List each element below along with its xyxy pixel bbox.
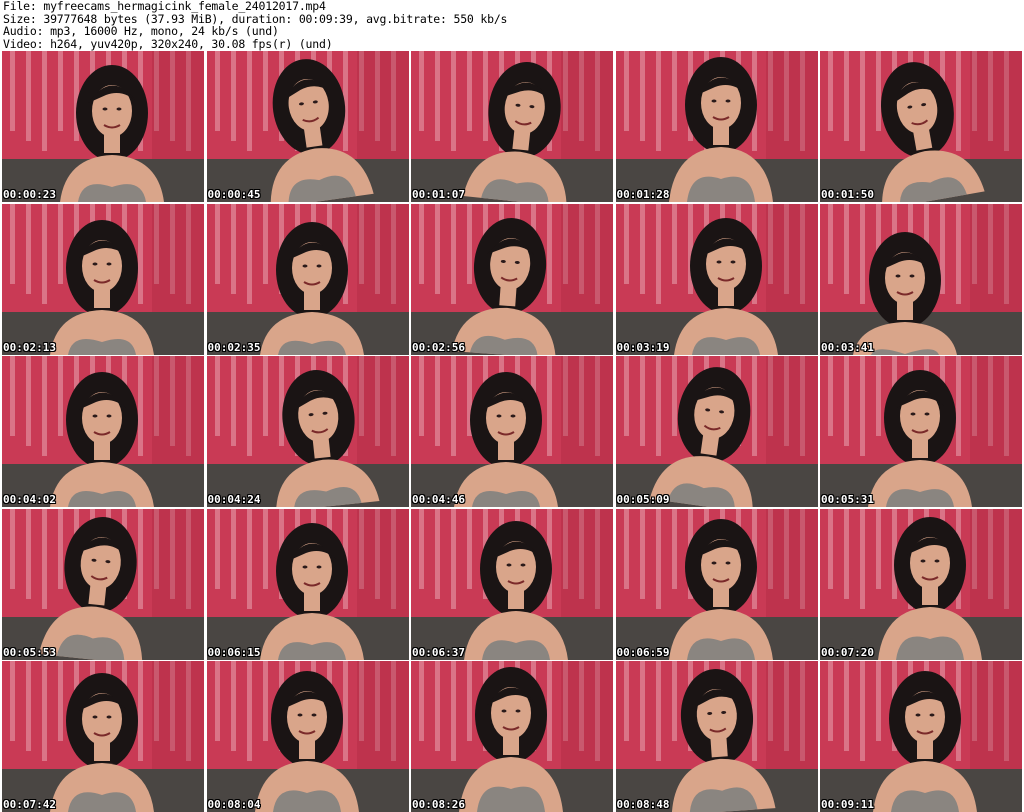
thumbnail-frame-image — [615, 661, 818, 812]
thumbnail-timestamp: 00:02:35 — [207, 340, 261, 354]
video-thumbnail: 00:08:26 — [411, 661, 613, 812]
video-thumbnail: 00:05:53 — [2, 508, 204, 660]
video-thumbnail: 00:01:50 — [820, 51, 1022, 202]
thumbnail-timestamp: 00:08:48 — [616, 798, 670, 811]
thumbnail-frame-image — [615, 356, 818, 507]
file-name-line: File: myfreecams_hermagicink_female_2401… — [3, 0, 326, 13]
video-thumbnail: 00:07:20 — [820, 508, 1022, 660]
video-thumbnail: 00:08:04 — [206, 661, 409, 812]
thumbnail-frame-image — [615, 508, 818, 660]
thumbnail-timestamp: 00:06:15 — [207, 645, 261, 659]
thumbnail-timestamp: 00:02:13 — [3, 340, 56, 354]
thumbnail-frame-image — [2, 203, 204, 355]
video-thumbnail: 00:04:02 — [2, 356, 204, 507]
thumbnail-timestamp: 00:00:45 — [207, 188, 261, 201]
thumbnail-timestamp: 00:04:24 — [207, 493, 261, 506]
thumbnail-timestamp: 00:04:02 — [3, 493, 56, 506]
thumbnail-timestamp: 00:03:19 — [616, 340, 670, 354]
thumbnail-timestamp: 00:08:26 — [412, 798, 465, 811]
thumbnail-frame-image — [411, 661, 613, 812]
thumbnail-frame-image — [820, 203, 1022, 355]
thumbnail-timestamp: 00:07:42 — [3, 798, 56, 811]
thumbnail-timestamp: 00:07:20 — [821, 645, 874, 659]
thumbnail-frame-image — [411, 51, 613, 202]
thumbnail-timestamp: 00:09:11 — [821, 798, 874, 811]
video-thumbnail: 00:01:28 — [615, 51, 818, 202]
thumbnail-timestamp: 00:05:09 — [616, 493, 670, 506]
thumbnail-frame-image — [820, 661, 1022, 812]
video-info-line: Video: h264, yuv420p, 320x240, 30.08 fps… — [3, 36, 333, 51]
thumbnail-frame-image — [411, 356, 613, 507]
video-thumbnail: 00:02:56 — [411, 203, 613, 355]
thumbnail-timestamp: 00:01:28 — [616, 188, 670, 201]
thumbnail-timestamp: 00:04:46 — [412, 493, 465, 506]
thumbnail-frame-image — [2, 51, 204, 202]
video-thumbnail: 00:05:09 — [615, 356, 818, 507]
video-thumbnail: 00:07:42 — [2, 661, 204, 812]
video-thumbnail: 00:06:37 — [411, 508, 613, 660]
video-thumbnail: 00:03:41 — [820, 203, 1022, 355]
video-thumbnail: 00:09:11 — [820, 661, 1022, 812]
thumbnail-timestamp: 00:03:41 — [821, 340, 874, 354]
video-thumbnail: 00:02:35 — [206, 203, 409, 355]
thumbnail-timestamp: 00:05:53 — [3, 645, 56, 659]
thumbnail-timestamp: 00:05:31 — [821, 493, 874, 506]
thumbnail-timestamp: 00:06:59 — [616, 645, 670, 659]
video-thumbnail: 00:06:15 — [206, 508, 409, 660]
thumbnail-frame-image — [820, 356, 1022, 507]
thumbnail-frame-image — [820, 508, 1022, 660]
video-thumbnail: 00:08:48 — [615, 661, 818, 812]
video-thumbnail: 00:00:45 — [206, 51, 409, 202]
video-thumbnail: 00:02:13 — [2, 203, 204, 355]
video-thumbnail: 00:06:59 — [615, 508, 818, 660]
thumbnail-timestamp: 00:01:50 — [821, 188, 874, 201]
thumbnail-timestamp: 00:00:23 — [3, 188, 56, 201]
thumbnail-frame-image — [2, 356, 204, 507]
thumbnail-frame-image — [2, 661, 204, 812]
thumbnail-frame-image — [206, 356, 409, 507]
video-thumbnail: 00:05:31 — [820, 356, 1022, 507]
thumbnail-frame-image — [820, 51, 1022, 202]
thumbnail-frame-image — [206, 203, 409, 355]
file-info-header: File: myfreecams_hermagicink_female_2401… — [3, 0, 1021, 50]
thumbnail-frame-image — [615, 51, 818, 202]
video-thumbnail: 00:01:07 — [411, 51, 613, 202]
thumbnail-timestamp: 00:08:04 — [207, 798, 261, 811]
video-thumbnail: 00:03:19 — [615, 203, 818, 355]
thumbnail-frame-image — [206, 508, 409, 660]
thumbnail-frame-image — [615, 203, 818, 355]
audio-info-line: Audio: mp3, 16000 Hz, mono, 24 kb/s (und… — [3, 24, 279, 38]
thumbnail-frame-image — [411, 203, 613, 355]
thumbnail-timestamp: 00:06:37 — [412, 645, 465, 659]
thumbnail-grid: 00:00:23 00:00:45 00:01:07 00:01:28 00:0… — [2, 51, 1022, 812]
video-thumbnail: 00:04:24 — [206, 356, 409, 507]
thumbnail-timestamp: 00:01:07 — [412, 188, 465, 201]
thumbnail-frame-image — [411, 508, 613, 660]
thumbnail-frame-image — [206, 51, 409, 202]
thumbnail-frame-image — [2, 508, 204, 660]
thumbnail-timestamp: 00:02:56 — [412, 340, 465, 354]
thumbnail-frame-image — [206, 661, 409, 812]
video-thumbnail: 00:00:23 — [2, 51, 204, 202]
video-thumbnail: 00:04:46 — [411, 356, 613, 507]
